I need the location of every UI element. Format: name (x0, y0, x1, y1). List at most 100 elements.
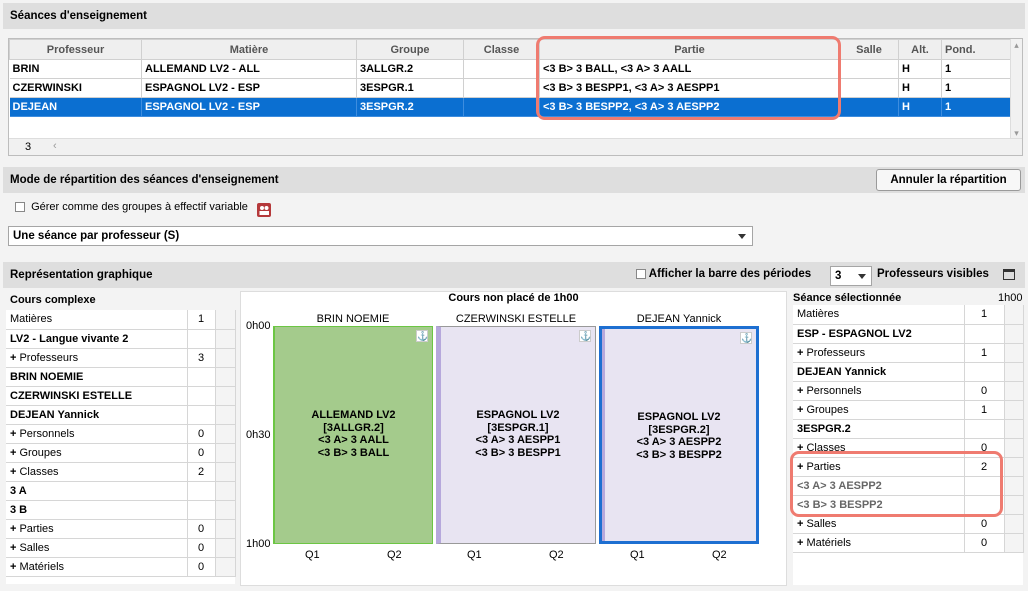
expandable-row[interactable]: + Personnels 0 (6, 424, 236, 444)
scrollbar-cell[interactable] (214, 348, 236, 368)
col-groupe[interactable]: Groupe (356, 39, 464, 60)
list-item: BRIN NOEMIE (6, 367, 236, 387)
col-classe[interactable]: Classe (463, 39, 540, 60)
expandable-row[interactable]: + Salles 0 (793, 514, 1024, 534)
expand-plus-icon[interactable]: + (797, 537, 803, 549)
cell-classe (463, 97, 540, 117)
table-horizontal-scrollbar[interactable]: 3 ‹ (9, 138, 1022, 155)
col-salle[interactable]: Salle (839, 39, 899, 60)
expandable-row[interactable]: + Classes 0 (793, 438, 1024, 458)
mode-header: Mode de répartition des séances d'enseig… (3, 167, 1025, 193)
expand-plus-icon[interactable]: + (10, 542, 16, 554)
scrollbar-cell[interactable] (214, 557, 236, 577)
window-icon[interactable] (1003, 269, 1015, 280)
expand-plus-icon[interactable]: + (10, 447, 16, 459)
row-label-text: <3 A> 3 AESPP2 (797, 479, 882, 492)
cell-matiere: ESPAGNOL LV2 - ESP (141, 78, 357, 98)
quarter-label: Q2 (387, 549, 402, 561)
scrollbar-cell[interactable] (214, 367, 236, 387)
course-block-dejean-selected[interactable]: ⚓ ESPAGNOL LV2 [3ESPGR.2] <3 A> 3 AESPP2… (599, 326, 759, 544)
expandable-row[interactable]: + Salles 0 (6, 538, 236, 558)
scrollbar-cell[interactable] (1003, 324, 1024, 344)
periods-checkbox[interactable] (636, 268, 646, 279)
visible-count-select[interactable]: 3 (830, 266, 872, 286)
col-professeur[interactable]: Professeur (9, 39, 142, 60)
col-pond[interactable]: Pond. (941, 39, 1013, 60)
scrollbar-cell[interactable] (1003, 533, 1024, 553)
expand-plus-icon[interactable]: + (797, 404, 803, 416)
col-partie[interactable]: Partie (539, 39, 840, 60)
table-row-selected[interactable]: DEJEAN ESPAGNOL LV2 - ESP 3ESPGR.2 <3 B>… (9, 97, 1013, 117)
cancel-repartition-button[interactable]: Annuler la répartition (876, 169, 1021, 191)
scrollbar-cell[interactable] (214, 519, 236, 539)
anchor-icon[interactable]: ⚓ (740, 332, 752, 344)
course-block-czerwinski[interactable]: ⚓ ESPAGNOL LV2 [3ESPGR.1] <3 A> 3 AESPP1… (436, 326, 596, 544)
scrollbar-cell[interactable] (1003, 438, 1024, 458)
table-row[interactable]: BRIN ALLEMAND LV2 - ALL 3ALLGR.2 <3 B> 3… (9, 59, 1013, 79)
row-label: <3 A> 3 AESPP2 (793, 476, 965, 496)
expand-plus-icon[interactable]: + (797, 461, 803, 473)
expandable-row[interactable]: + Parties 0 (6, 519, 236, 539)
scrollbar-cell[interactable] (214, 329, 236, 349)
scrollbar-cell[interactable] (214, 386, 236, 406)
col-alt[interactable]: Alt. (898, 39, 942, 60)
scrollbar-cell[interactable] (214, 443, 236, 463)
expand-plus-icon[interactable]: + (10, 523, 16, 535)
row-count: 0 (187, 424, 216, 444)
quarter-label: Q2 (712, 549, 727, 561)
scrollbar-cell[interactable] (214, 424, 236, 444)
expand-plus-icon[interactable]: + (797, 347, 803, 359)
scrollbar-cell[interactable] (1003, 495, 1024, 515)
row-label-text: DEJEAN Yannick (10, 408, 100, 421)
repartition-mode-value: Une séance par professeur (S) (13, 230, 180, 242)
scrollbar-cell[interactable] (1003, 362, 1024, 382)
expandable-row[interactable]: + Professeurs 3 (6, 348, 236, 368)
scrollbar-cell[interactable] (214, 462, 236, 482)
row-label-text: Parties (806, 460, 841, 473)
expandable-row[interactable]: + Groupes 1 (793, 400, 1024, 420)
expand-plus-icon[interactable]: + (10, 428, 16, 440)
expand-plus-icon[interactable]: + (10, 466, 16, 478)
scrollbar-cell[interactable] (1003, 457, 1024, 477)
scroll-left-icon[interactable]: ‹ (53, 140, 57, 152)
expand-plus-icon[interactable]: + (797, 385, 803, 397)
expandable-row[interactable]: + Groupes 0 (6, 443, 236, 463)
scrollbar-cell[interactable] (1003, 419, 1024, 439)
expandable-row[interactable]: + Matériels 0 (793, 533, 1024, 553)
expandable-row[interactable]: + Parties 2 (793, 457, 1024, 477)
scrollbar-cell[interactable] (214, 405, 236, 425)
expand-plus-icon[interactable]: + (797, 518, 803, 530)
expandable-row[interactable]: + Classes 2 (6, 462, 236, 482)
variable-groups-checkbox[interactable] (15, 202, 25, 213)
cell-alt: H (898, 78, 942, 98)
cell-alt: H (898, 97, 942, 117)
table-row[interactable]: CZERWINSKI ESPAGNOL LV2 - ESP 3ESPGR.1 <… (9, 78, 1013, 98)
expand-plus-icon[interactable]: + (10, 352, 16, 364)
expand-plus-icon[interactable]: + (797, 442, 803, 454)
variable-groups-checkbox-row[interactable]: Gérer comme des groupes à effectif varia… (15, 201, 248, 213)
scrollbar-cell[interactable] (214, 481, 236, 501)
table-vertical-scrollbar[interactable]: ▴ ▾ (1010, 39, 1022, 139)
periods-checkbox-row[interactable]: Afficher la barre des périodes (636, 268, 811, 280)
scrollbar-cell[interactable] (214, 500, 236, 520)
anchor-icon[interactable]: ⚓ (416, 330, 428, 342)
scrollbar-cell[interactable] (214, 538, 236, 558)
col-matiere[interactable]: Matière (141, 39, 357, 60)
cell-alt: H (898, 59, 942, 79)
scrollbar-cell[interactable] (214, 310, 236, 330)
scrollbar-cell[interactable] (1003, 305, 1024, 325)
scrollbar-cell[interactable] (1003, 476, 1024, 496)
scrollbar-cell[interactable] (1003, 343, 1024, 363)
expand-plus-icon[interactable]: + (10, 561, 16, 573)
expandable-row[interactable]: + Personnels 0 (793, 381, 1024, 401)
repartition-mode-select[interactable]: Une séance par professeur (S) (8, 226, 753, 246)
scrollbar-cell[interactable] (1003, 400, 1024, 420)
expandable-row[interactable]: + Professeurs 1 (793, 343, 1024, 363)
row-label-text: Salles (806, 517, 837, 530)
expandable-row[interactable]: + Matériels 0 (6, 557, 236, 577)
groups-users-icon[interactable] (257, 203, 271, 217)
course-block-brin[interactable]: ⚓ ALLEMAND LV2 [3ALLGR.2] <3 A> 3 AALL <… (273, 326, 433, 544)
scrollbar-cell[interactable] (1003, 514, 1024, 534)
anchor-icon[interactable]: ⚓ (579, 330, 591, 342)
scrollbar-cell[interactable] (1003, 381, 1024, 401)
